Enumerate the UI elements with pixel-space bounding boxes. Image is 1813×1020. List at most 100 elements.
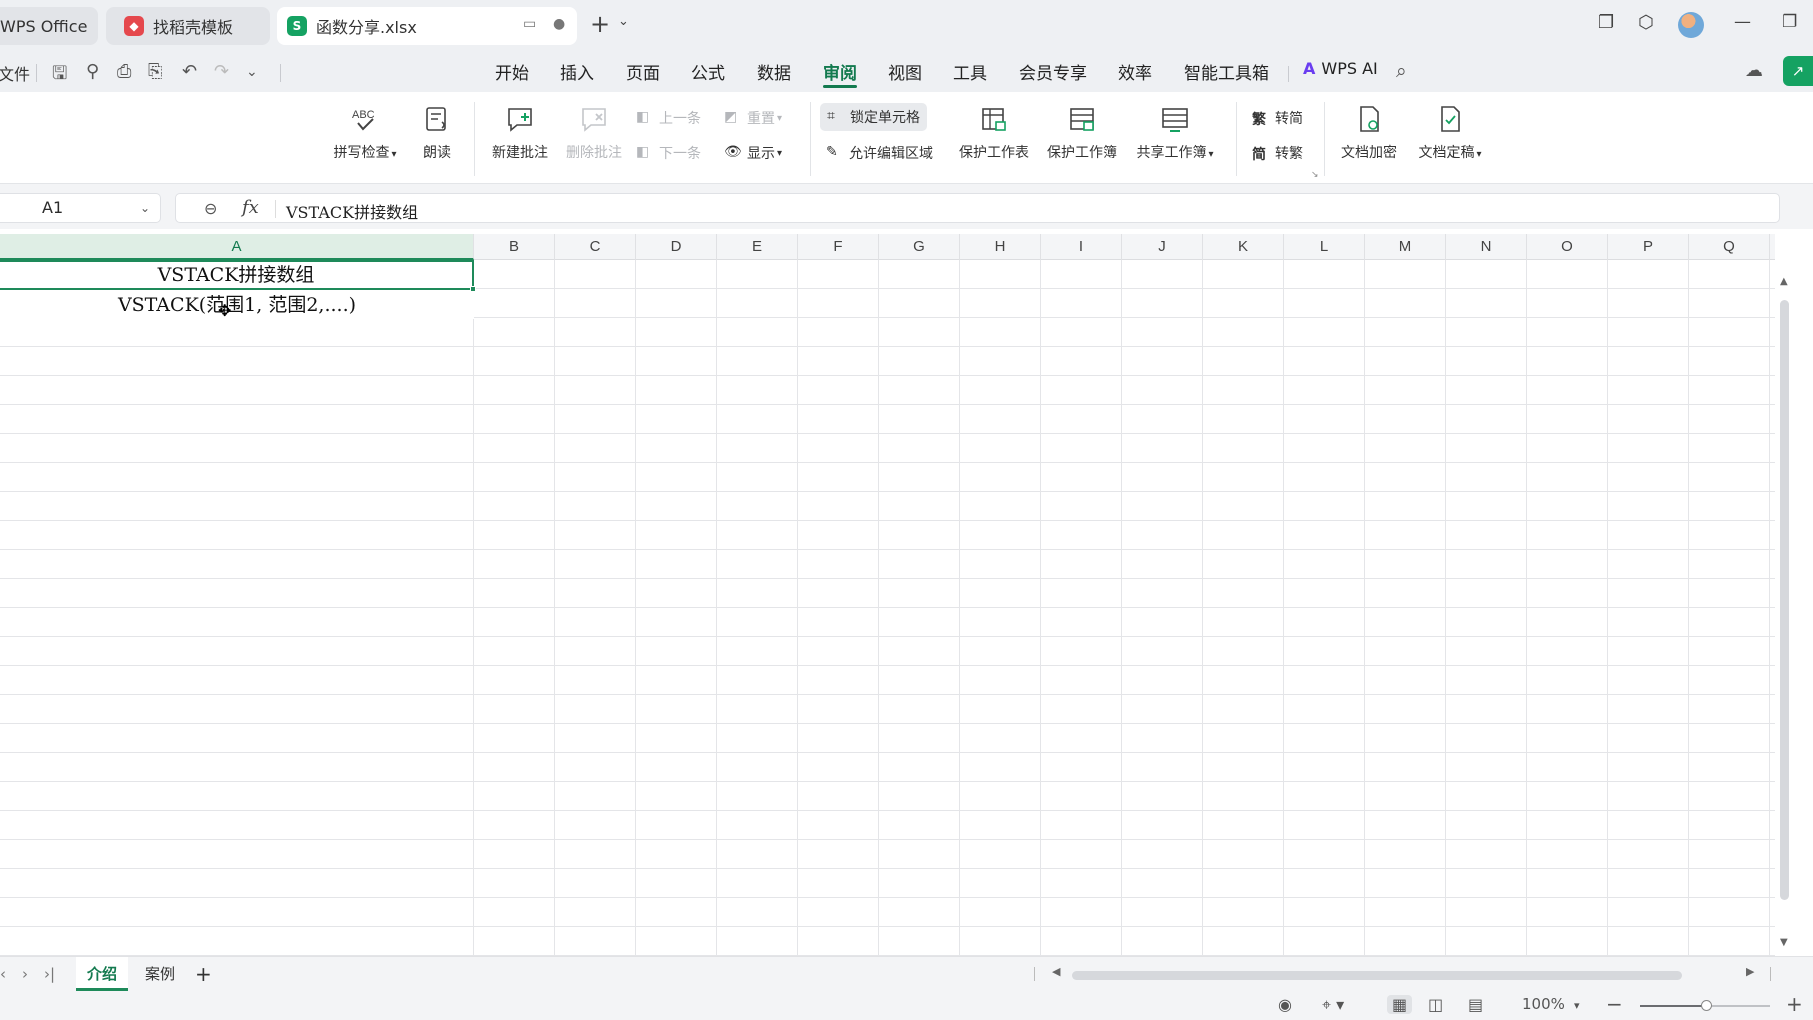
- window-layout-icon[interactable]: ❐: [1598, 12, 1614, 33]
- new-tab-icon[interactable]: +: [590, 10, 610, 38]
- next-sheet-icon[interactable]: ›: [22, 965, 28, 983]
- group-expand-icon[interactable]: ↘: [1311, 170, 1319, 180]
- redo-icon[interactable]: ↷: [214, 61, 229, 82]
- chevron-down-icon[interactable]: ⌄: [140, 194, 150, 222]
- scroll-left-icon[interactable]: ◀: [1052, 965, 1060, 978]
- share-button[interactable]: ↗: [1783, 56, 1813, 86]
- column-header-k[interactable]: K: [1203, 234, 1284, 260]
- print-preview-icon[interactable]: ⎘: [148, 61, 162, 82]
- column-header-o[interactable]: O: [1527, 234, 1608, 260]
- scroll-up-icon[interactable]: ▲: [1780, 276, 1788, 287]
- column-header-b[interactable]: B: [474, 234, 555, 260]
- menu-page[interactable]: 页面: [626, 59, 660, 84]
- column-header-a[interactable]: A: [0, 234, 474, 260]
- vertical-scroll-thumb[interactable]: [1780, 300, 1789, 900]
- horizontal-scroll-thumb[interactable]: [1072, 971, 1682, 980]
- formula-content[interactable]: VSTACK拼接数组: [286, 199, 418, 223]
- spreadsheet-grid[interactable]: A B C D E F G H I J K L M N O P Q VSTACK…: [0, 234, 1775, 956]
- cell-a1[interactable]: VSTACK拼接数组: [0, 260, 474, 290]
- restore-icon[interactable]: ❐: [1782, 12, 1797, 32]
- zoom-in-icon[interactable]: +: [1786, 992, 1803, 1016]
- zoom-icon[interactable]: ⊖: [204, 199, 217, 218]
- eye-protection-icon[interactable]: ◉: [1278, 995, 1292, 1014]
- delete-comment-button[interactable]: 删除批注: [562, 104, 626, 162]
- column-header-f[interactable]: F: [798, 234, 879, 260]
- page-layout-view-icon[interactable]: ◫: [1428, 995, 1443, 1014]
- scroll-down-icon[interactable]: ▼: [1780, 937, 1788, 948]
- wps-ai-button[interactable]: A WPS AI: [1303, 59, 1378, 78]
- last-sheet-icon[interactable]: ›|: [44, 965, 55, 983]
- unsaved-dot-icon[interactable]: ●: [553, 16, 565, 32]
- print-icon[interactable]: ⎙: [117, 61, 131, 82]
- column-header-j[interactable]: J: [1122, 234, 1203, 260]
- column-header-c[interactable]: C: [555, 234, 636, 260]
- page-break-view-icon[interactable]: ▤: [1468, 995, 1483, 1014]
- menu-start[interactable]: 开始: [495, 59, 529, 84]
- finalize-doc-button[interactable]: 文档定稿 ▾: [1412, 104, 1488, 162]
- menu-insert[interactable]: 插入: [560, 59, 594, 84]
- sheet-tab-intro[interactable]: 介绍: [76, 957, 128, 991]
- scroll-right-icon[interactable]: ▶: [1746, 965, 1754, 978]
- menu-data[interactable]: 数据: [757, 59, 791, 84]
- column-header-n[interactable]: N: [1446, 234, 1527, 260]
- zoom-slider-knob[interactable]: [1701, 1000, 1712, 1011]
- minimize-icon[interactable]: —: [1734, 12, 1751, 32]
- share-workbook-button[interactable]: 共享工作簿 ▾: [1132, 104, 1218, 162]
- encrypt-doc-button[interactable]: 文档加密: [1336, 104, 1402, 162]
- read-aloud-button[interactable]: 朗读: [420, 104, 454, 162]
- menu-formula[interactable]: 公式: [691, 59, 725, 84]
- menu-member[interactable]: 会员专享: [1019, 59, 1087, 84]
- reset-button[interactable]: ◩ 重置 ▾: [724, 108, 782, 128]
- link-icon[interactable]: ⚲: [86, 61, 99, 82]
- chevron-down-icon[interactable]: ▾: [1574, 999, 1580, 1012]
- zoom-out-icon[interactable]: −: [1606, 992, 1623, 1016]
- save-icon[interactable]: 🖫: [52, 61, 67, 91]
- to-simplified-button[interactable]: 繁转简: [1252, 108, 1303, 128]
- next-comment-button[interactable]: ◧ 下一条: [636, 143, 701, 163]
- tab-wps-office[interactable]: WPS Office: [0, 7, 98, 45]
- name-box[interactable]: A1 ⌄: [0, 193, 161, 223]
- zoom-level[interactable]: 100%: [1522, 995, 1565, 1013]
- cell-a2[interactable]: VSTACK(范围1, 范围2,....) ✥: [0, 291, 474, 320]
- formula-input[interactable]: ⊖ fx VSTACK拼接数组: [175, 193, 1780, 223]
- prev-sheet-icon[interactable]: ‹: [0, 965, 6, 983]
- menu-view[interactable]: 视图: [888, 59, 922, 84]
- protect-workbook-button[interactable]: 保护工作簿: [1044, 104, 1120, 162]
- column-header-e[interactable]: E: [717, 234, 798, 260]
- sheet-tab-cases[interactable]: 案例: [134, 957, 186, 991]
- column-header-d[interactable]: D: [636, 234, 717, 260]
- lock-cell-button[interactable]: ⌗ 锁定单元格: [820, 103, 927, 131]
- undo-icon[interactable]: ↶: [182, 61, 197, 82]
- chevron-down-icon[interactable]: ⌄: [246, 64, 258, 80]
- avatar[interactable]: [1678, 12, 1704, 38]
- cube-icon[interactable]: ⬡: [1638, 12, 1654, 33]
- prev-comment-button[interactable]: ◧ 上一条: [636, 108, 701, 128]
- menu-smart-toolbox[interactable]: 智能工具箱: [1184, 59, 1269, 84]
- menu-review[interactable]: 审阅: [823, 59, 857, 84]
- column-header-i[interactable]: I: [1041, 234, 1122, 260]
- menu-efficiency[interactable]: 效率: [1118, 59, 1152, 84]
- to-traditional-button[interactable]: 简转繁: [1252, 143, 1303, 163]
- column-header-h[interactable]: H: [960, 234, 1041, 260]
- column-header-p[interactable]: P: [1608, 234, 1689, 260]
- search-icon[interactable]: ⌕: [1396, 60, 1407, 82]
- new-comment-button[interactable]: 新建批注: [488, 104, 552, 162]
- column-header-q[interactable]: Q: [1689, 234, 1770, 260]
- file-menu[interactable]: 文件: [0, 61, 30, 85]
- tab-docer-templates[interactable]: ◆ 找稻壳模板: [106, 7, 270, 45]
- column-header-l[interactable]: L: [1284, 234, 1365, 260]
- spell-check-button[interactable]: ABC 拼写检查 ▾: [328, 104, 402, 162]
- focus-mode-icon[interactable]: ⌖ ▾: [1322, 995, 1344, 1015]
- menu-tools[interactable]: 工具: [953, 59, 987, 84]
- cell-area[interactable]: [0, 260, 1775, 956]
- show-button[interactable]: 👁 显示 ▾: [724, 143, 782, 163]
- column-header-g[interactable]: G: [879, 234, 960, 260]
- allow-edit-range-button[interactable]: ✎ 允许编辑区域: [826, 143, 933, 163]
- cloud-icon[interactable]: ☁: [1745, 60, 1763, 81]
- monitor-icon[interactable]: ▭: [523, 16, 536, 32]
- protect-sheet-button[interactable]: 保护工作表: [956, 104, 1032, 162]
- tab-spreadsheet[interactable]: S 函数分享.xlsx ▭ ●: [277, 7, 577, 45]
- insert-function-icon[interactable]: fx: [242, 197, 259, 218]
- chevron-down-icon[interactable]: ⌄: [618, 14, 629, 29]
- add-sheet-icon[interactable]: +: [195, 962, 212, 986]
